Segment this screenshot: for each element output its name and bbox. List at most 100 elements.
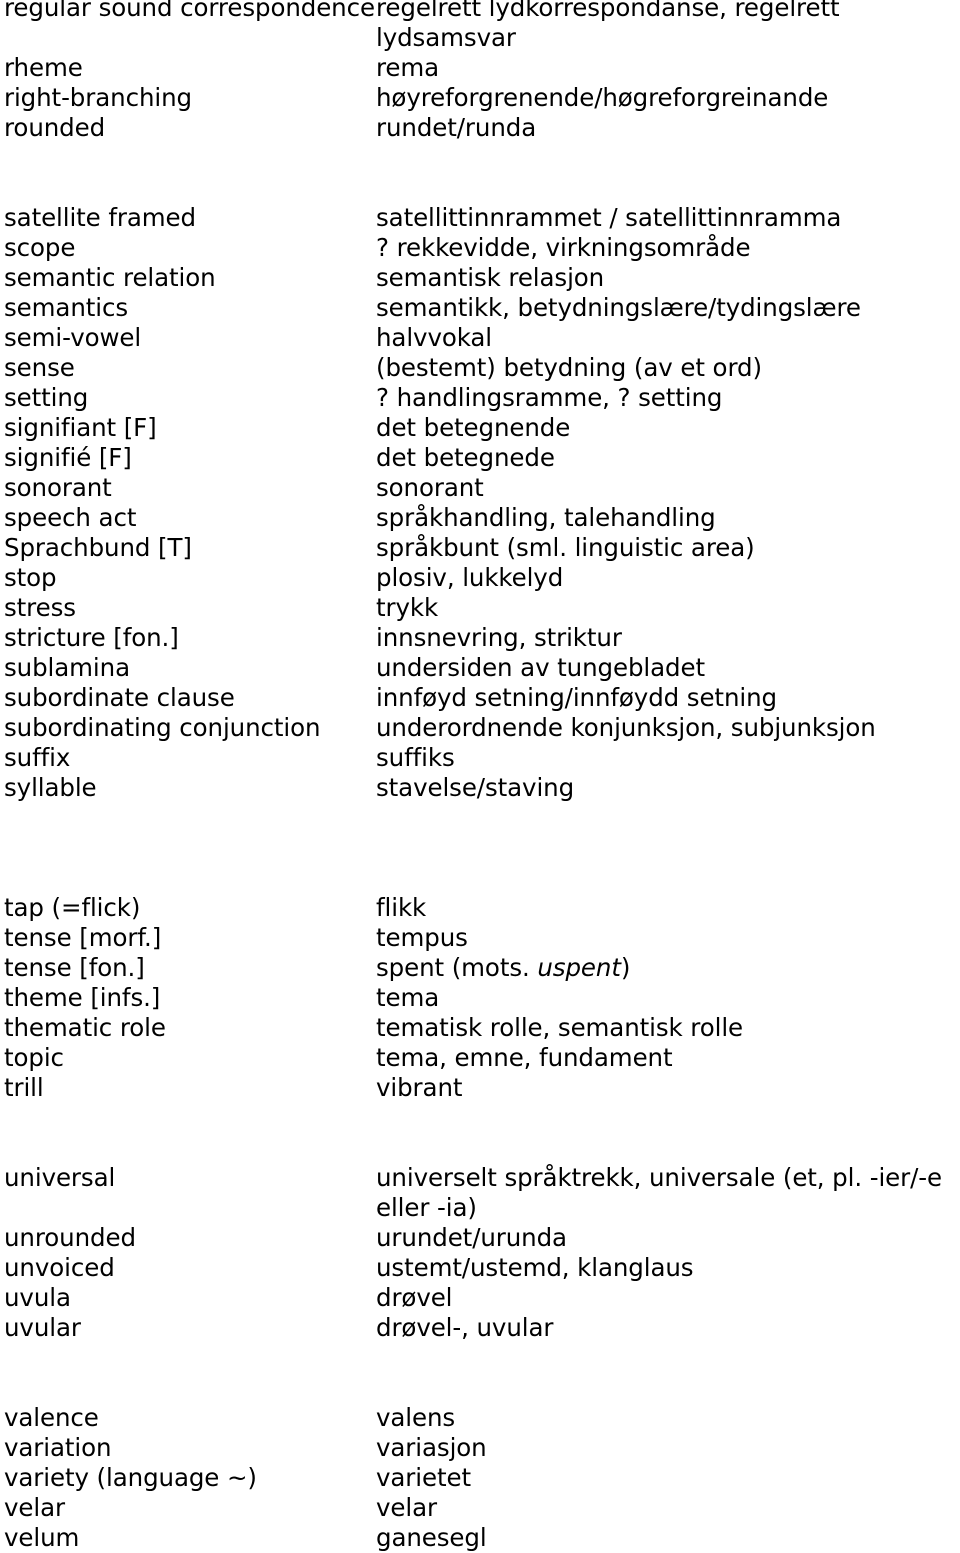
translation-text: urundet/urunda bbox=[376, 1223, 567, 1252]
translation-text: rundet/runda bbox=[376, 113, 537, 142]
translation-text: stavelse/staving bbox=[376, 773, 575, 802]
glossary-entry: right-branching høyreforgrenende/høgrefor… bbox=[4, 83, 960, 113]
glossary-translation: tema, emne, fundament bbox=[376, 1043, 960, 1073]
translation-text: vibrant bbox=[376, 1073, 463, 1102]
glossary-term: variation bbox=[4, 1433, 112, 1462]
glossary-entry: signifiant [F] det betegnende bbox=[4, 413, 960, 443]
glossary-entry: semi-vowel halvvokal bbox=[4, 323, 960, 353]
translation-text: satellittinnrammet / satellittinnramma bbox=[376, 203, 842, 232]
glossary-block: universal universelt språktrekk, universa… bbox=[4, 1163, 960, 1343]
glossary-page: regular sound correspondence regelrett ly… bbox=[0, 0, 960, 1552]
glossary-entry: scope ? rekkevidde, virkningsområde bbox=[4, 233, 960, 263]
glossary-term: syllable bbox=[4, 773, 97, 802]
glossary-block: valence valens variation variasjon variety (… bbox=[4, 1403, 960, 1553]
glossary-translation: semantikk, betydningslære/tydingslære bbox=[376, 293, 960, 323]
glossary-term: subordinating conjunction bbox=[4, 713, 321, 742]
glossary-entry: uvula drøvel bbox=[4, 1283, 960, 1313]
glossary-translation: universelt språktrekk, universale (et, p… bbox=[376, 1163, 960, 1223]
glossary-entry: sonorant sonorant bbox=[4, 473, 960, 503]
translation-text: varietet bbox=[376, 1463, 471, 1492]
glossary-term: unvoiced bbox=[4, 1253, 115, 1282]
translation-text: semantikk, betydningslære/tydingslære bbox=[376, 293, 861, 322]
glossary-term: semi-vowel bbox=[4, 323, 142, 352]
glossary-entry: regular sound correspondence regelrett ly… bbox=[4, 0, 960, 53]
glossary-translation: rundet/runda bbox=[376, 113, 960, 143]
glossary-entry: setting ? handlingsramme, ? setting bbox=[4, 383, 960, 413]
glossary-translation: satellittinnrammet / satellittinnramma bbox=[376, 203, 960, 233]
glossary-translation: språkbunt (sml. linguistic area) bbox=[376, 533, 960, 563]
glossary-term: semantic relation bbox=[4, 263, 216, 292]
glossary-term: stricture [fon.] bbox=[4, 623, 179, 652]
glossary-term: universal bbox=[4, 1163, 116, 1192]
glossary-entry: semantic relation semantisk relasjon bbox=[4, 263, 960, 293]
translation-text: språkhandling, talehandling bbox=[376, 503, 716, 532]
translation-text: velar bbox=[376, 1493, 437, 1522]
glossary-entry: variation variasjon bbox=[4, 1433, 960, 1463]
glossary-translation: drøvel bbox=[376, 1283, 960, 1313]
translation-text: trykk bbox=[376, 593, 439, 622]
glossary-translation: plosiv, lukkelyd bbox=[376, 563, 960, 593]
glossary-translation: underordnende konjunksjon, subjunksjon bbox=[376, 713, 960, 743]
glossary-term: scope bbox=[4, 233, 76, 262]
translation-text: språkbunt (sml. linguistic area) bbox=[376, 533, 755, 562]
glossary-translation: ganesegl bbox=[376, 1523, 960, 1553]
translation-text: underordnende konjunksjon, subjunksjon bbox=[376, 713, 876, 742]
glossary-translation: høyreforgrenende/høgreforgreinande bbox=[376, 83, 960, 113]
glossary-entry: stricture [fon.] innsnevring, striktur bbox=[4, 623, 960, 653]
glossary-list: regular sound correspondence regelrett ly… bbox=[4, 0, 960, 1553]
glossary-translation: rema bbox=[376, 53, 960, 83]
glossary-entry: sublamina undersiden av tungebladet bbox=[4, 653, 960, 683]
translation-text: tema bbox=[376, 983, 440, 1012]
glossary-translation: variasjon bbox=[376, 1433, 960, 1463]
glossary-term: variety (language ~) bbox=[4, 1463, 257, 1492]
glossary-term: topic bbox=[4, 1043, 64, 1072]
glossary-translation: innføyd setning/innføydd setning bbox=[376, 683, 960, 713]
translation-text: ? rekkevidde, virkningsområde bbox=[376, 233, 751, 262]
glossary-translation: vibrant bbox=[376, 1073, 960, 1103]
translation-text: tema, emne, fundament bbox=[376, 1043, 673, 1072]
glossary-entry: Sprachbund [T] språkbunt (sml. linguistic… bbox=[4, 533, 960, 563]
glossary-translation: valens bbox=[376, 1403, 960, 1433]
glossary-translation: stavelse/staving bbox=[376, 773, 960, 803]
translation-text: innsnevring, striktur bbox=[376, 623, 622, 652]
glossary-entry: suffix suffiks bbox=[4, 743, 960, 773]
translation-text: høyreforgrenende/høgreforgreinande bbox=[376, 83, 829, 112]
translation-text: innføyd setning/innføydd setning bbox=[376, 683, 777, 712]
glossary-term: signifié [F] bbox=[4, 443, 132, 472]
glossary-term: right-branching bbox=[4, 83, 192, 112]
translation-text: drøvel-, uvular bbox=[376, 1313, 554, 1342]
translation-text: ? handlingsramme, ? setting bbox=[376, 383, 723, 412]
glossary-entry: satellite framed satellittinnrammet / sat… bbox=[4, 203, 960, 233]
glossary-term: sublamina bbox=[4, 653, 130, 682]
translation-continuation: eller -ia) bbox=[376, 1193, 477, 1222]
glossary-term: stress bbox=[4, 593, 76, 622]
glossary-term: sonorant bbox=[4, 473, 112, 502]
glossary-entry: velum ganesegl bbox=[4, 1523, 960, 1553]
translation-text: halvvokal bbox=[376, 323, 493, 352]
glossary-entry: signifié [F] det betegnede bbox=[4, 443, 960, 473]
translation-text: variasjon bbox=[376, 1433, 487, 1462]
translation-text: valens bbox=[376, 1403, 456, 1432]
translation-text: tempus bbox=[376, 923, 468, 952]
glossary-term: tense [fon.] bbox=[4, 953, 145, 982]
translation-text: ustemt/ustemd, klanglaus bbox=[376, 1253, 694, 1282]
glossary-translation: urundet/urunda bbox=[376, 1223, 960, 1253]
glossary-translation: regelrett lydkorrespondanse, regelrett ly… bbox=[376, 0, 960, 53]
glossary-term: setting bbox=[4, 383, 89, 412]
translation-text: universelt språktrekk, universale (et, p… bbox=[376, 1163, 942, 1192]
glossary-entry: sense (bestemt) betydning (av et ord) bbox=[4, 353, 960, 383]
glossary-entry: speech act språkhandling, talehandling bbox=[4, 503, 960, 533]
glossary-block: tap (=flick) flikk tense [morf.] tempus tens… bbox=[4, 893, 960, 1103]
glossary-entry: stress trykk bbox=[4, 593, 960, 623]
glossary-term: semantics bbox=[4, 293, 128, 322]
glossary-translation: drøvel-, uvular bbox=[376, 1313, 960, 1343]
glossary-term: Sprachbund [T] bbox=[4, 533, 192, 562]
translation-text: sonorant bbox=[376, 473, 484, 502]
glossary-entry: theme [infs.] tema bbox=[4, 983, 960, 1013]
glossary-term: thematic role bbox=[4, 1013, 166, 1042]
glossary-entry: subordinating conjunction underordnende k… bbox=[4, 713, 960, 743]
glossary-term: unrounded bbox=[4, 1223, 136, 1252]
glossary-term: uvular bbox=[4, 1313, 81, 1342]
glossary-block: satellite framed satellittinnrammet / sat… bbox=[4, 203, 960, 803]
